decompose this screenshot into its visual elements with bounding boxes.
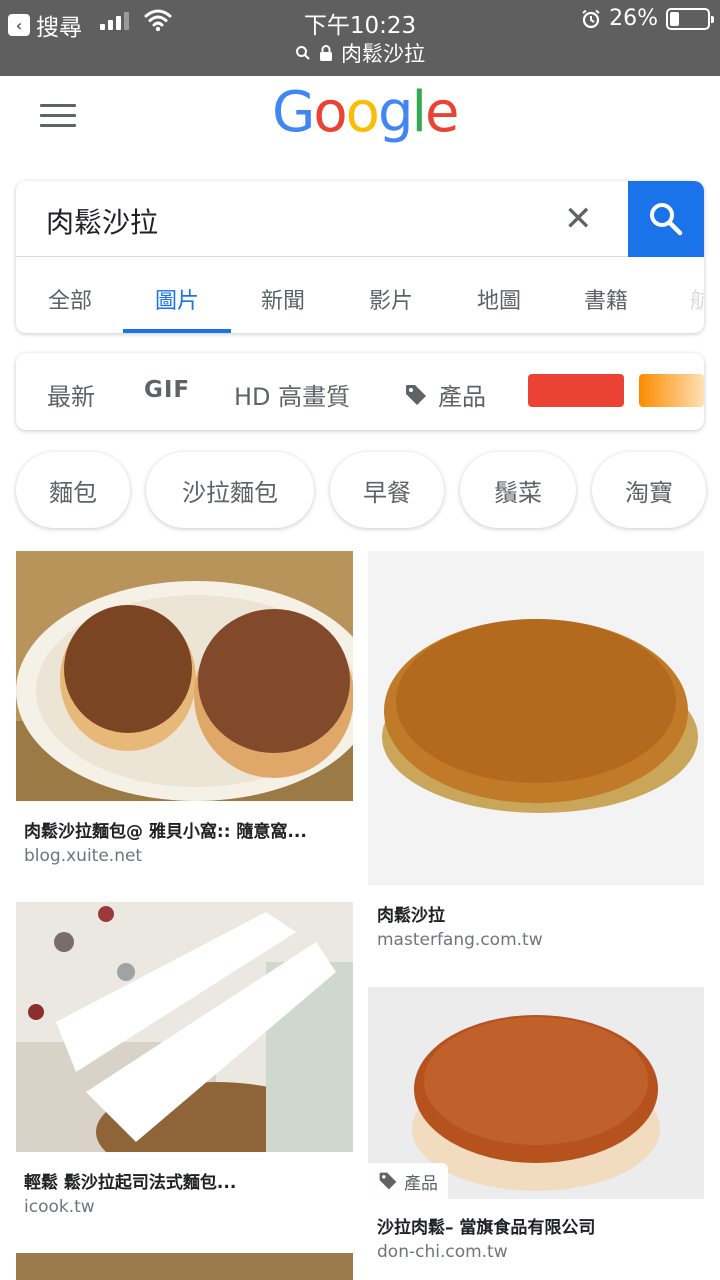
tab-videos[interactable]: 影片 [369, 283, 413, 315]
status-bar: ‹ 搜尋 下午10:23 肉鬆沙拉 26% [0, 0, 720, 76]
result-image[interactable] [368, 551, 704, 885]
tool-newest[interactable]: 最新 [47, 377, 95, 412]
result-title[interactable]: 沙拉肉鬆– 當旗食品有限公司 [377, 1213, 697, 1238]
tool-product[interactable]: 產品 [404, 377, 486, 412]
chip-bread[interactable]: 麵包 [16, 452, 130, 528]
tool-hd[interactable]: HD 高畫質 [234, 377, 350, 412]
search-small-icon [296, 46, 310, 60]
tool-product-label: 產品 [438, 383, 486, 411]
color-filter-orange[interactable] [639, 374, 704, 407]
bread-plate-photo [16, 551, 353, 801]
result-image[interactable] [16, 551, 353, 801]
search-button[interactable] [628, 181, 704, 257]
chip-vegetable[interactable]: 鬚菜 [460, 452, 576, 528]
chip-breakfast[interactable]: 早餐 [330, 452, 444, 528]
result-image[interactable]: 產品 [368, 987, 704, 1199]
result-title[interactable]: 輕鬆 鬆沙拉起司法式麵包... [24, 1168, 344, 1193]
tag-icon [379, 1172, 397, 1190]
battery-icon [666, 7, 714, 30]
obscured-photo [16, 902, 353, 1152]
chip-taobao[interactable]: 淘寶 [592, 452, 706, 528]
result-image[interactable] [16, 1253, 353, 1280]
tab-maps[interactable]: 地圖 [477, 283, 521, 315]
result-domain: icook.tw [24, 1197, 95, 1217]
tab-books[interactable]: 書籍 [584, 283, 628, 315]
result-domain: masterfang.com.tw [377, 930, 543, 950]
battery-percent: 26% [609, 6, 658, 31]
tab-flights[interactable]: 航 [690, 283, 704, 315]
result-domain: don-chi.com.tw [377, 1242, 508, 1262]
product-badge-label: 產品 [404, 1173, 438, 1194]
search-card: 肉鬆沙拉 ✕ 全部 圖片 新聞 影片 地圖 書籍 航 [16, 181, 704, 333]
active-tab-indicator [123, 329, 231, 333]
image-tools-bar: 最新 GIF HD 高畫質 產品 [16, 353, 704, 430]
tab-news[interactable]: 新聞 [261, 283, 305, 315]
product-badge: 產品 [368, 1163, 448, 1199]
close-icon[interactable]: ✕ [564, 201, 593, 237]
result-title[interactable]: 肉鬆沙拉 [377, 901, 697, 926]
tab-all[interactable]: 全部 [48, 283, 92, 315]
tool-gif[interactable]: GIF [144, 377, 190, 403]
chip-salad-bread[interactable]: 沙拉麵包 [146, 452, 314, 528]
search-tabs: 全部 圖片 新聞 影片 地圖 書籍 航 [16, 257, 704, 333]
lock-icon [320, 44, 332, 61]
alarm-icon [582, 9, 600, 28]
search-input[interactable]: 肉鬆沙拉 [46, 201, 158, 241]
bread-photo [368, 551, 704, 885]
google-logo[interactable]: Google [272, 80, 460, 145]
tag-icon [406, 384, 426, 405]
search-icon [650, 203, 683, 236]
address-bar[interactable]: 肉鬆沙拉 [0, 38, 720, 68]
result-title[interactable]: 肉鬆沙拉麵包@ 雅貝小窩:: 隨意窩... [24, 817, 344, 842]
url-text: 肉鬆沙拉 [341, 42, 425, 66]
result-image[interactable] [16, 902, 353, 1152]
tab-images[interactable]: 圖片 [155, 283, 199, 315]
result-domain: blog.xuite.net [24, 846, 143, 866]
menu-icon[interactable] [40, 104, 76, 128]
color-filter-red[interactable] [528, 374, 624, 407]
